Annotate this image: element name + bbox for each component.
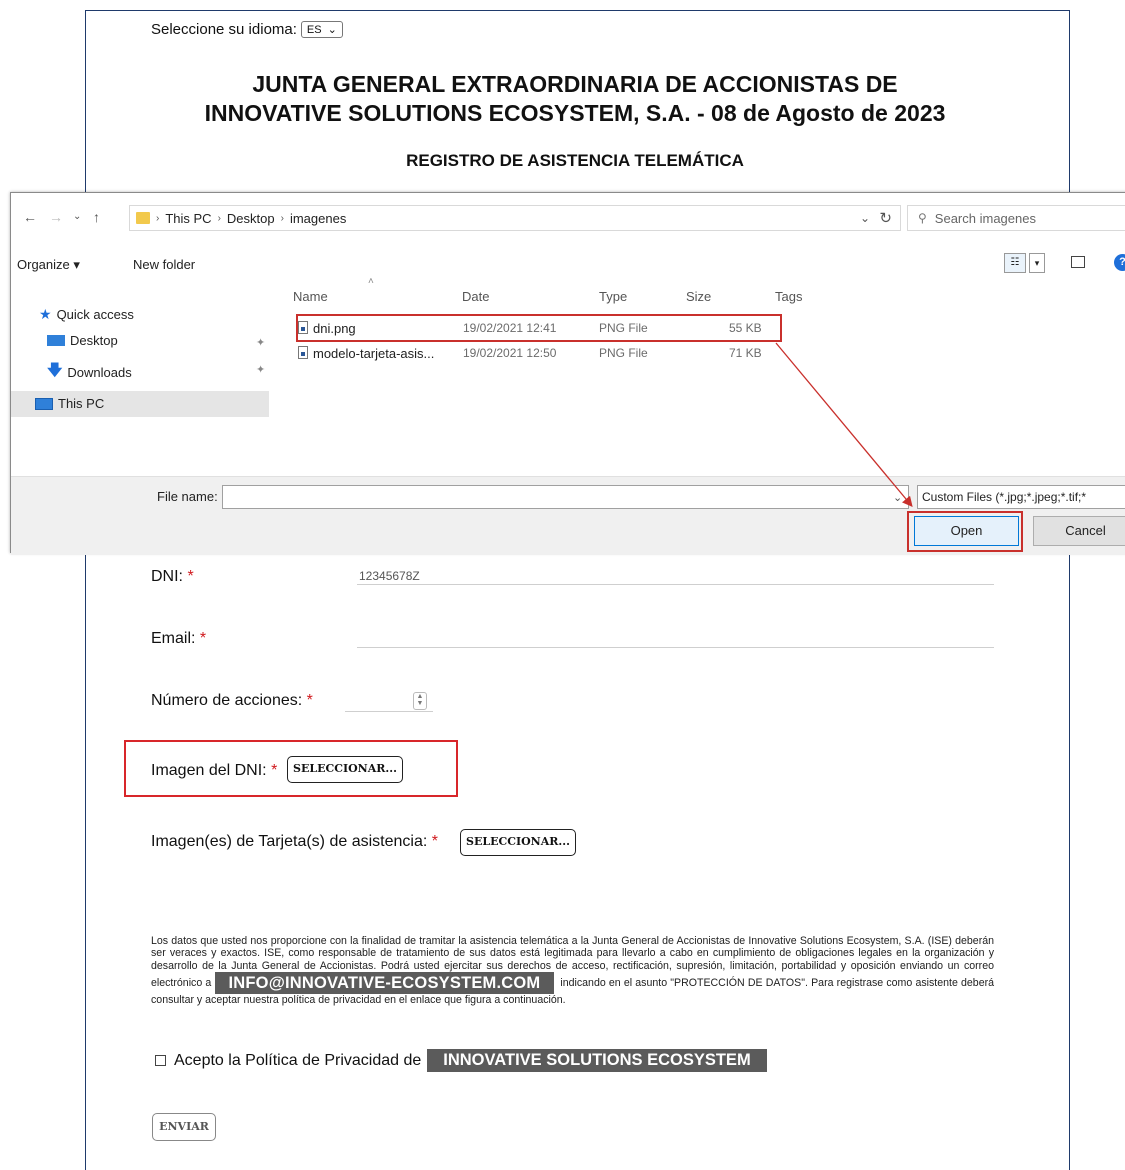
privacy-policy-link[interactable]: INNOVATIVE SOLUTIONS ECOSYSTEM: [427, 1049, 767, 1072]
acciones-stepper[interactable]: ▲ ▼: [345, 690, 433, 712]
required-mark: *: [306, 692, 313, 709]
acciones-label-text: Número de acciones:: [151, 692, 303, 709]
dni-highlight-box: [124, 740, 458, 797]
file-open-dialog: ← → ⌄ ↑ › This PC › Desktop › imagenes ⌄…: [10, 192, 1125, 555]
acciones-label: Número de acciones: *: [151, 692, 313, 710]
page-subtitle: REGISTRO DE ASISTENCIA TELEMÁTICA: [406, 151, 744, 170]
contact-email-link[interactable]: INFO@INNOVATIVE-ECOSYSTEM.COM: [214, 971, 555, 994]
privacy-checkbox[interactable]: [155, 1055, 166, 1066]
language-row: Seleccione su idioma: ES ⌄: [151, 21, 343, 38]
privacy-consent-row: Acepto la Política de Privacidad de INNO…: [155, 1049, 767, 1072]
annotation-arrow: [775, 342, 913, 507]
dni-field[interactable]: 12345678Z: [359, 569, 420, 583]
language-value: ES: [306, 23, 322, 36]
email-label-text: Email:: [151, 630, 196, 647]
select-tarjeta-image-button[interactable]: SELECCIONAR...: [460, 829, 576, 856]
email-label: Email: *: [151, 630, 206, 648]
privacy-label: Acepto la Política de Privacidad de: [174, 1051, 422, 1069]
title-line-2: INNOVATIVE SOLUTIONS ECOSYSTEM, S.A. - 0…: [204, 100, 946, 126]
tarjeta-label: Imagen(es) de Tarjeta(s) de asistencia: …: [151, 833, 438, 851]
dni-underline: [357, 584, 994, 585]
required-mark: *: [187, 568, 194, 585]
tarjeta-label-text: Imagen(es) de Tarjeta(s) de asistencia:: [151, 833, 428, 850]
email-field[interactable]: [357, 647, 994, 648]
title-line-1: JUNTA GENERAL EXTRAORDINARIA DE ACCIONIS…: [252, 71, 898, 97]
submit-button[interactable]: ENVIAR: [152, 1113, 216, 1141]
language-select[interactable]: ES ⌄: [300, 21, 343, 38]
language-label: Seleccione su idioma:: [151, 21, 297, 38]
legal-notice: Los datos que usted nos proporcione con …: [151, 935, 994, 1006]
required-mark: *: [431, 833, 438, 850]
dni-label: DNI: *: [151, 568, 194, 586]
chevron-down-icon: ⌄: [327, 24, 337, 36]
required-mark: *: [199, 630, 207, 647]
dni-label-text: DNI:: [151, 568, 183, 585]
page-title: JUNTA GENERAL EXTRAORDINARIA DE ACCIONIS…: [150, 70, 1000, 128]
stepper-arrows-icon[interactable]: ▲ ▼: [413, 692, 427, 710]
